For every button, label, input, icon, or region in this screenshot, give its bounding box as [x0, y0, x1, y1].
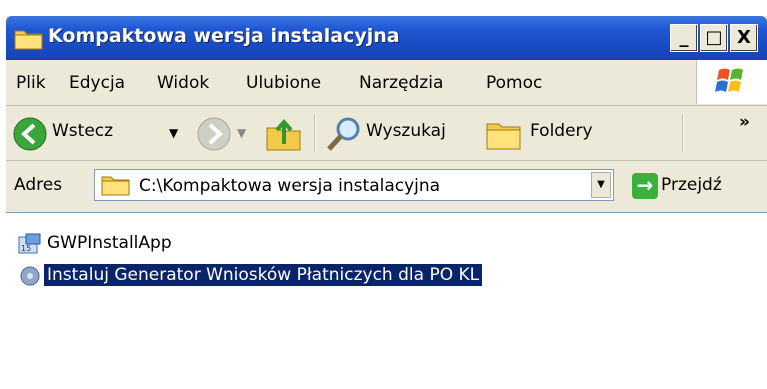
folders-button[interactable]: Foldery [530, 121, 593, 141]
file-name: Instaluj Generator Wniosków Płatniczych … [44, 264, 483, 286]
title-bar[interactable]: Kompaktowa wersja instalacyjna _ □ X [6, 16, 767, 60]
windows-logo [696, 60, 767, 104]
file-list: 15 GWPInstallApp Instaluj Generator Wnio… [6, 212, 767, 389]
file-name: GWPInstallApp [47, 233, 172, 253]
maximize-button[interactable]: □ [700, 24, 728, 52]
address-dropdown-icon[interactable]: ▼ [591, 172, 611, 198]
toolbar: Wstecz ▼ ▼ Wyszukaj Foldery » [6, 106, 767, 161]
address-input[interactable]: C:\Kompaktowa wersja instalacyjna ▼ [94, 169, 614, 201]
toolbar-separator [314, 114, 316, 152]
app-icon: 15 [18, 233, 41, 254]
address-bar: Adres C:\Kompaktowa wersja instalacyjna … [6, 161, 767, 211]
forward-arrow-icon[interactable] [196, 116, 232, 152]
menu-ulubione[interactable]: Ulubione [246, 73, 321, 93]
minimize-button[interactable]: _ [670, 24, 698, 52]
forward-dropdown-icon[interactable]: ▼ [237, 126, 246, 140]
back-button[interactable]: Wstecz [52, 121, 113, 141]
menu-narzedzia[interactable]: Narzędzia [359, 73, 443, 93]
installer-icon [20, 266, 40, 286]
toolbar-overflow-button[interactable]: » [739, 112, 750, 132]
search-icon[interactable] [324, 114, 364, 154]
window-title: Kompaktowa wersja instalacyjna [48, 25, 400, 47]
go-arrow-icon[interactable]: → [632, 173, 658, 199]
toolbar-separator-2 [682, 114, 684, 152]
search-button[interactable]: Wyszukaj [366, 121, 446, 141]
svg-text:15: 15 [21, 244, 31, 253]
folder-up-icon[interactable] [264, 114, 304, 154]
folder-icon [101, 176, 130, 196]
folders-icon[interactable] [484, 114, 524, 154]
address-label: Adres [14, 175, 63, 195]
explorer-window: Kompaktowa wersja instalacyjna _ □ X Pli… [6, 16, 767, 389]
folder-icon [14, 30, 43, 50]
close-button[interactable]: X [730, 24, 758, 52]
menu-pomoc[interactable]: Pomoc [486, 73, 542, 93]
windows-flag-icon [715, 68, 743, 92]
address-value: C:\Kompaktowa wersja instalacyjna [139, 176, 441, 196]
menu-plik[interactable]: Plik [16, 73, 46, 93]
go-button[interactable]: Przejdź [661, 175, 722, 195]
menu-bar: Plik Edycja Widok Ulubione Narzędzia Pom… [6, 60, 767, 106]
menu-widok[interactable]: Widok [157, 73, 209, 93]
back-dropdown-icon[interactable]: ▼ [169, 126, 178, 140]
menu-edycja[interactable]: Edycja [69, 73, 125, 93]
back-arrow-icon[interactable] [12, 116, 48, 152]
